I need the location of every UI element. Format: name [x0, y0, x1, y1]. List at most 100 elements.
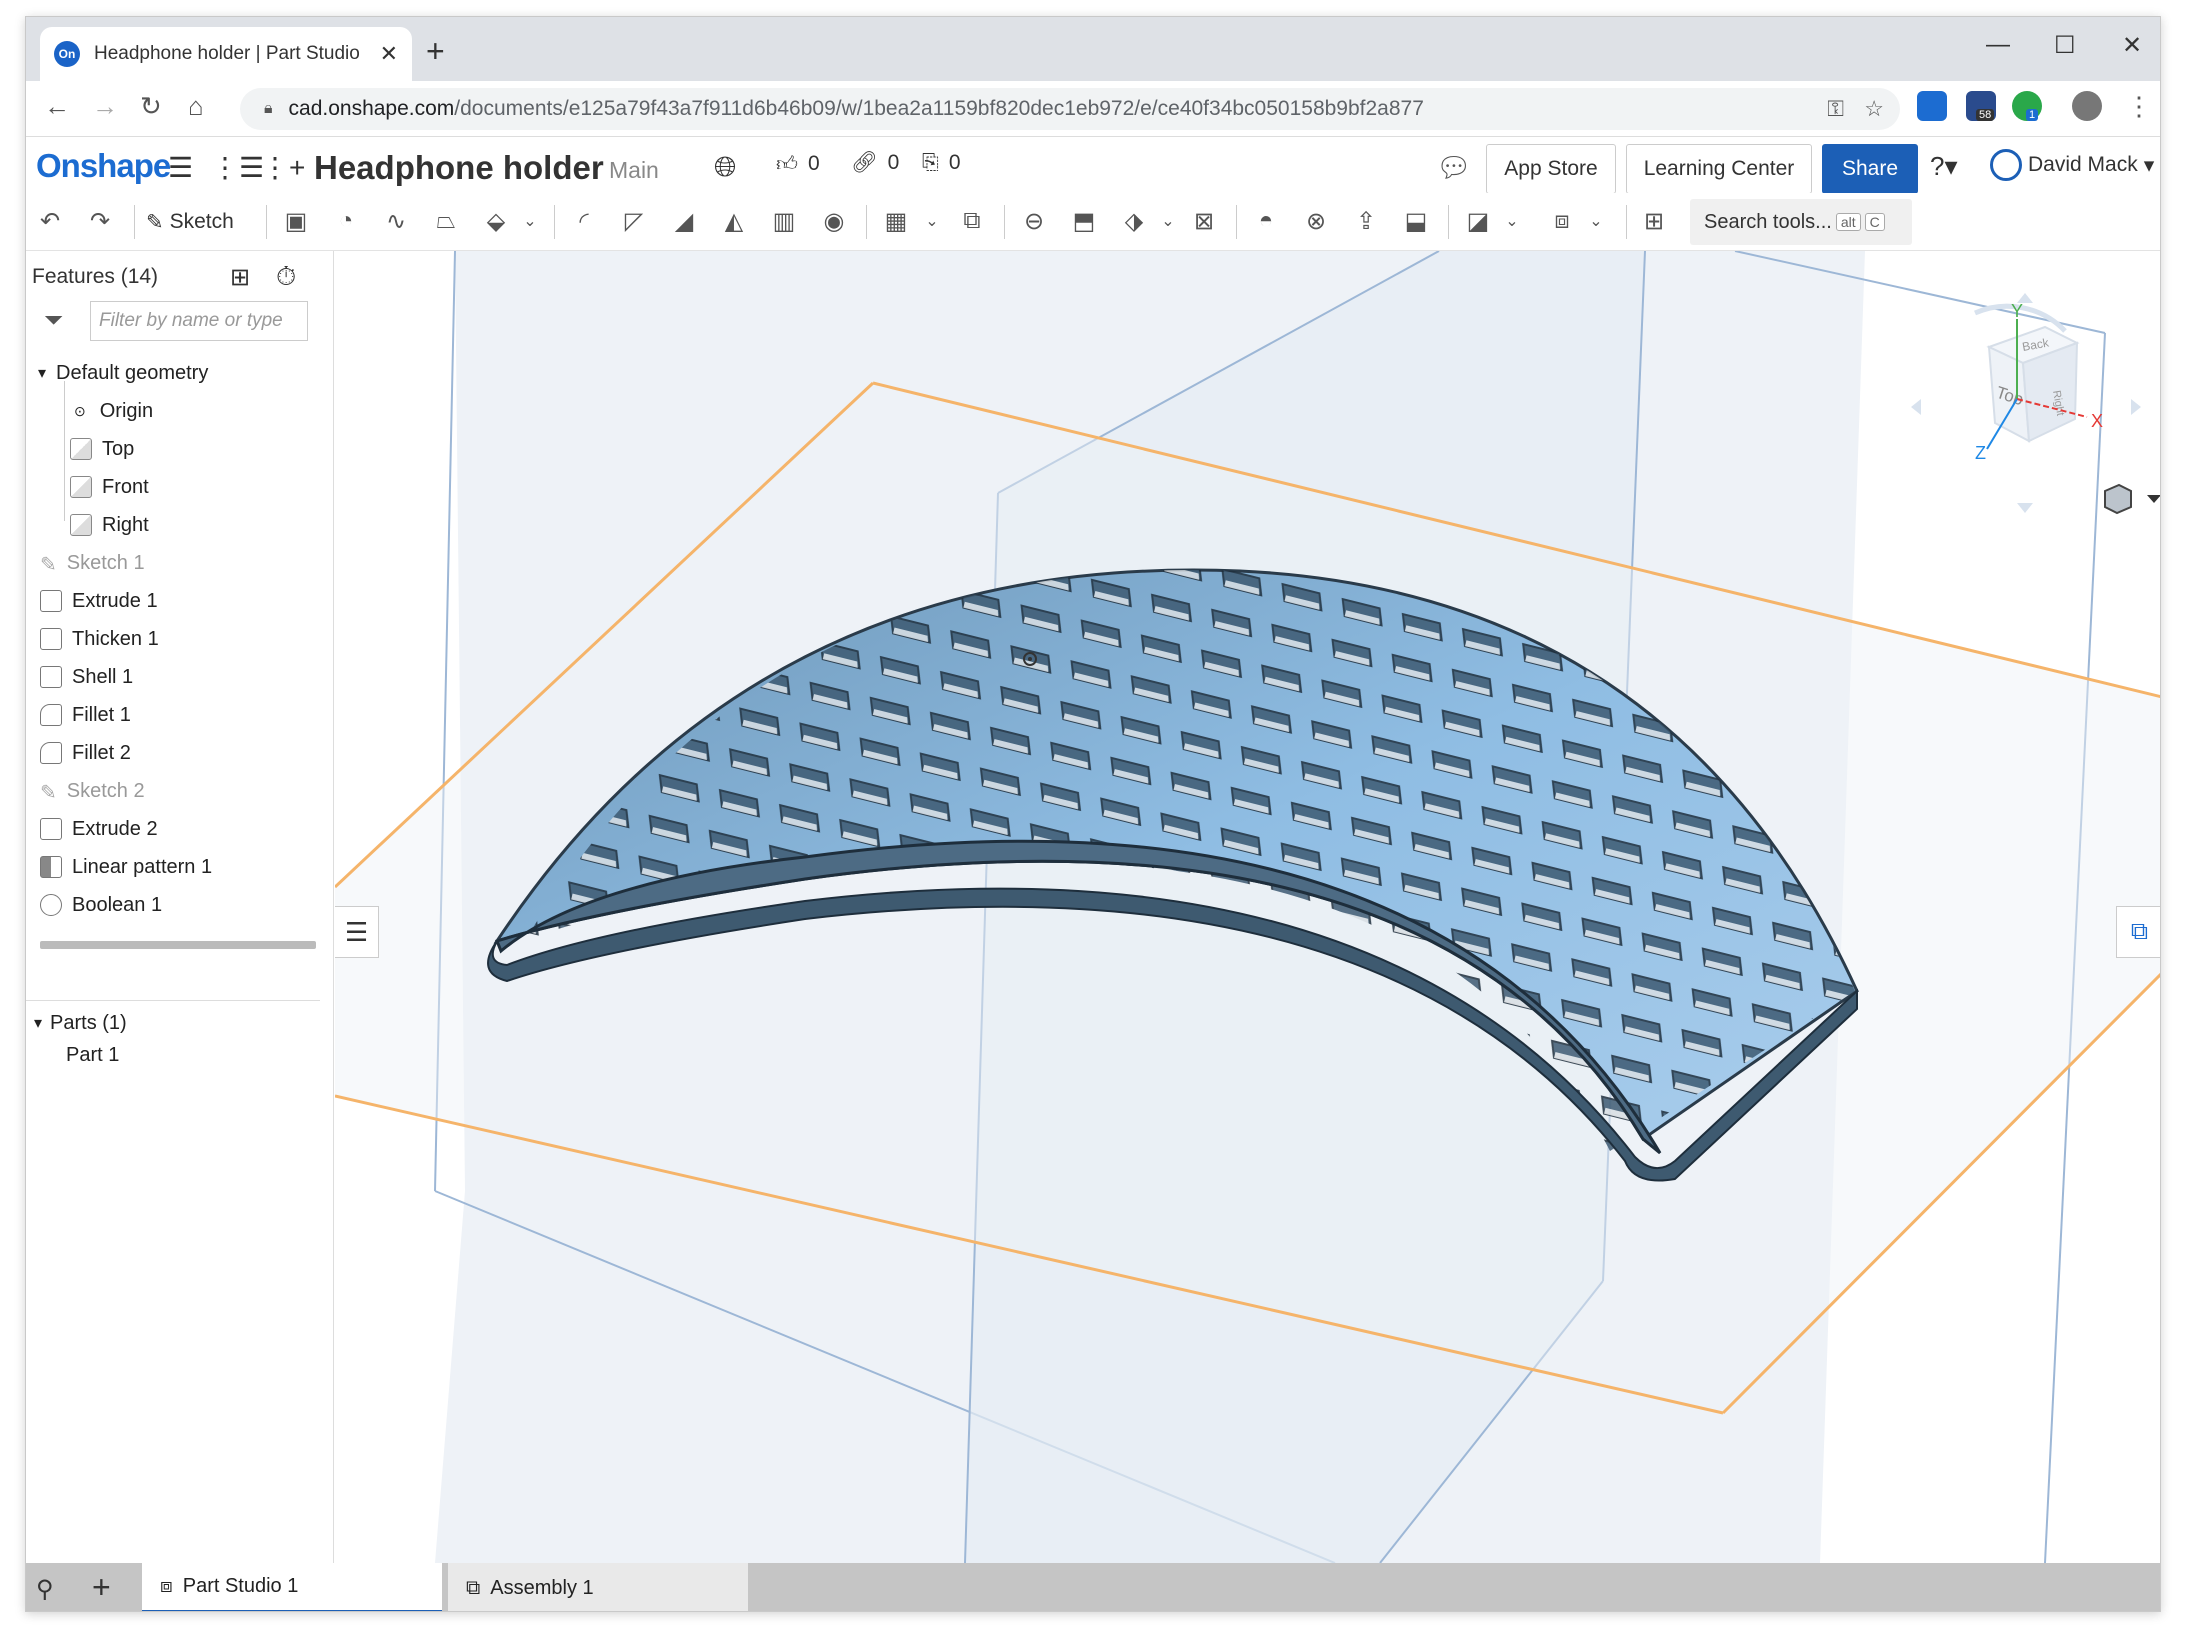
filter-icon[interactable]: ⏷ [44, 307, 63, 335]
rollback-timer-icon[interactable]: ⏱︎ [276, 261, 296, 293]
revolve-icon[interactable]: ◔ [330, 205, 362, 237]
search-tools-input[interactable]: Search tools... alt C [1690, 199, 1912, 245]
add-folder-icon[interactable]: ⊞ [230, 263, 250, 292]
fillet-icon[interactable]: ◜ [568, 205, 600, 237]
feature-list-toggle-icon[interactable]: ☰ [335, 906, 379, 958]
close-window-icon[interactable]: ✕ [2122, 31, 2142, 60]
feature-filter-input[interactable]: Filter by name or type [90, 301, 308, 341]
delete-part-icon[interactable]: ⊠ [1188, 205, 1220, 237]
url-input[interactable]: 🔒︎ cad.onshape.com/documents/e125a79f43a… [240, 88, 1900, 130]
part-studio-icon[interactable]: ⧈ [1546, 205, 1578, 237]
feature-item-boolean-1[interactable]: Boolean 1 [40, 887, 162, 923]
draft-icon[interactable]: ◢ [668, 205, 700, 237]
like-counter[interactable]: 👍︎ 0 [776, 151, 820, 177]
tab-search-icon[interactable]: ⚲ [36, 1575, 54, 1604]
extension-mail-icon[interactable]: 58 [1966, 91, 1996, 121]
copies-counter[interactable]: ⎘ 0 [922, 151, 961, 175]
minimize-window-icon[interactable]: — [1986, 31, 2010, 59]
shell-icon[interactable]: ▥ [768, 205, 800, 237]
replace-face-icon[interactable]: ⬓ [1400, 205, 1432, 237]
feature-item-front-plane[interactable]: Front [70, 469, 149, 505]
document-title[interactable]: Headphone holder [314, 149, 604, 187]
forward-arrow-icon[interactable]: → [92, 93, 118, 119]
user-menu[interactable]: David Mack ▾ [1990, 149, 2154, 181]
feature-item-fillet-2[interactable]: Fillet 2 [40, 735, 131, 771]
help-icon[interactable]: ?▾ [1930, 151, 1958, 182]
rollback-bar[interactable] [40, 941, 316, 949]
maximize-window-icon[interactable]: ☐ [2054, 31, 2076, 60]
share-button[interactable]: Share [1822, 144, 1918, 194]
feature-item-top-plane[interactable]: Top [70, 431, 134, 467]
hamburger-menu-icon[interactable]: ☰ [168, 151, 193, 184]
insert-icon[interactable]: ⋮+ [261, 151, 305, 184]
globe-icon[interactable]: 🌐︎ [714, 151, 736, 184]
feature-item-right-plane[interactable]: Right [70, 507, 149, 543]
view-arrow-right-icon[interactable] [2131, 399, 2141, 415]
reload-icon[interactable]: ↻ [140, 93, 162, 119]
branch-name[interactable]: Main [609, 157, 659, 184]
back-arrow-icon[interactable]: ← [44, 93, 70, 119]
split-icon[interactable]: ⬒ [1068, 205, 1100, 237]
browser-tab[interactable]: On Headphone holder | Part Studio 1 ✕ [40, 27, 412, 81]
extension-grammar-icon[interactable]: 1 [2012, 91, 2042, 121]
feature-item-sketch-2[interactable]: ✎ Sketch 2 [40, 773, 145, 809]
onshape-logo[interactable]: Onshape [36, 147, 171, 185]
model-canvas[interactable]: Back Top Right Y X Z [335, 251, 2161, 1563]
part-item[interactable]: Part 1 [66, 1037, 119, 1073]
transform-icon[interactable]: ⬗ [1118, 205, 1150, 237]
chamfer-icon[interactable]: ◸ [618, 205, 650, 237]
graphics-viewport[interactable]: Back Top Right Y X Z ☰ ⧉ [335, 251, 2161, 1563]
extension-icon[interactable] [1917, 91, 1947, 121]
redo-icon[interactable]: ↷ [84, 205, 116, 237]
chevron-down-icon[interactable]: ⌄ [1152, 205, 1184, 237]
plane-icon[interactable]: ◪ [1462, 205, 1494, 237]
chevron-down-icon[interactable]: ⌄ [916, 205, 948, 237]
bookmark-star-icon[interactable]: ☆ [1864, 96, 1884, 122]
rib-icon[interactable]: ◭ [718, 205, 750, 237]
new-tab-button[interactable]: + [426, 35, 445, 67]
move-face-icon[interactable]: ⇪ [1350, 205, 1382, 237]
app-store-button[interactable]: App Store [1486, 144, 1616, 194]
browser-menu-icon[interactable]: ⋮ [2126, 93, 2152, 119]
sketch-button[interactable]: ✎ Sketch [146, 205, 234, 239]
modify-fillet-icon[interactable]: ◓ [1250, 205, 1282, 237]
view-cube[interactable]: Back Top Right Y X Z [1911, 293, 2141, 513]
feature-item-linear-pattern-1[interactable]: Linear pattern 1 [40, 849, 212, 885]
learning-center-button[interactable]: Learning Center [1626, 144, 1812, 194]
chevron-down-icon[interactable]: ⌄ [1580, 205, 1612, 237]
feature-item-extrude-2[interactable]: Extrude 2 [40, 811, 158, 847]
extrude-icon[interactable]: ▣ [280, 205, 312, 237]
links-counter[interactable]: 🔗︎ 0 [851, 151, 899, 175]
tab-part-studio-1[interactable]: ⧈ Part Studio 1 [142, 1563, 442, 1611]
feature-item-fillet-1[interactable]: Fillet 1 [40, 697, 131, 733]
mirror-icon[interactable]: ⧉ [956, 205, 988, 237]
comment-icon[interactable]: 💬︎ [1436, 151, 1472, 184]
appearance-panel-toggle-icon[interactable]: ⧉ [2116, 906, 2160, 958]
view-arrow-left-icon[interactable] [1911, 399, 1921, 415]
view-mode-dropdown[interactable] [2104, 483, 2161, 515]
feature-item-origin[interactable]: ⊙ Origin [74, 393, 153, 429]
profile-avatar-icon[interactable] [2072, 91, 2102, 121]
parts-folder[interactable]: ▾ Parts (1) [34, 1005, 127, 1041]
loft-icon[interactable]: ⏢ [430, 205, 462, 237]
close-tab-icon[interactable]: ✕ [380, 41, 398, 67]
feature-item-extrude-1[interactable]: Extrude 1 [40, 583, 158, 619]
hole-icon[interactable]: ◉ [818, 205, 850, 237]
thicken-icon[interactable]: ⬙ [480, 205, 512, 237]
home-icon[interactable]: ⌂ [188, 93, 204, 119]
feature-item-sketch-1[interactable]: ✎ Sketch 1 [40, 545, 145, 581]
key-icon[interactable]: ⚿ [1827, 96, 1844, 122]
sweep-icon[interactable]: ∿ [380, 205, 412, 237]
chevron-down-icon[interactable]: ⌄ [514, 205, 546, 237]
boolean-icon[interactable]: ⊖ [1018, 205, 1050, 237]
add-tab-icon[interactable]: + [92, 1569, 111, 1606]
delete-face-icon[interactable]: ⊗ [1300, 205, 1332, 237]
view-arrow-down-icon[interactable] [2017, 503, 2033, 513]
feature-item-thicken-1[interactable]: Thicken 1 [40, 621, 159, 657]
undo-icon[interactable]: ↶ [34, 205, 66, 237]
chevron-down-icon[interactable]: ⌄ [1496, 205, 1528, 237]
tab-assembly-1[interactable]: ⧉ Assembly 1 [448, 1563, 748, 1611]
linear-pattern-icon[interactable]: ▦ [880, 205, 912, 237]
add-custom-feature-icon[interactable]: ⊞ [1638, 205, 1670, 237]
version-graph-icon[interactable]: ⋮☰ [211, 151, 264, 184]
